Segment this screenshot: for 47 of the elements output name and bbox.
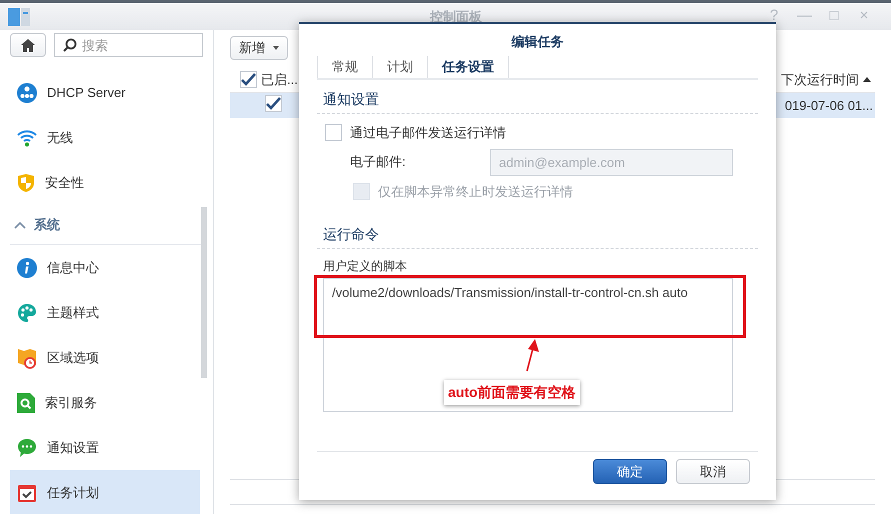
scrollbar[interactable] (201, 207, 207, 378)
sidebar-item[interactable]: 索引服务 (10, 380, 200, 425)
email-checkbox[interactable] (325, 124, 342, 142)
search-field[interactable]: 搜索 (54, 33, 203, 57)
wifi-icon (17, 128, 37, 146)
document-search-icon (17, 392, 35, 412)
sort-arrow-icon (863, 77, 871, 82)
annotation-callout: auto前面需要有空格 (444, 380, 580, 405)
sidebar-item[interactable]: 任务计划 (10, 470, 200, 514)
cancel-button[interactable]: 取消 (676, 459, 750, 484)
home-icon (21, 38, 35, 52)
chevron-icon (14, 220, 26, 228)
table-cell-text: 019-07-06 01... (784, 96, 874, 115)
checkbox-label: 仅在脚本异常终止时发送运行详情 (378, 182, 573, 200)
dialog-tab[interactable]: 计划 (372, 56, 427, 78)
sidebar-item[interactable]: 通知设置 (10, 425, 200, 470)
sidebar-item[interactable]: 信息中心 (10, 245, 200, 290)
shield-icon (17, 172, 35, 192)
sidebar-item[interactable]: 无线 (10, 115, 200, 160)
info-icon (17, 258, 37, 278)
add-dropdown-button[interactable]: 新增 (230, 36, 288, 60)
checkbox-label: 通过电子邮件发送运行详情 (350, 124, 506, 142)
palette-icon (17, 302, 37, 322)
sidebar-item[interactable]: 主题样式 (10, 290, 200, 335)
confirm-button[interactable]: 确定 (593, 459, 667, 484)
dialog-tab[interactable]: 任务设置 (427, 56, 509, 78)
sidebar-item[interactable]: 安全性 (10, 160, 200, 205)
enabled-checkbox[interactable] (265, 95, 282, 112)
calendar-check-icon (17, 482, 37, 502)
map-clock-icon (17, 346, 37, 368)
caret-icon (273, 46, 279, 50)
network-icon (17, 82, 37, 102)
chat-icon (17, 438, 37, 458)
search-icon (63, 38, 77, 52)
home-button[interactable] (10, 33, 46, 57)
section-heading: 通知设置 (317, 86, 758, 114)
sidebar-item[interactable]: 区域选项 (10, 335, 200, 380)
sidebar-item[interactable]: DHCP Server (10, 70, 200, 115)
column-header[interactable]: 下次运行时间 (781, 70, 859, 90)
field-label: 电子邮件: (350, 153, 407, 172)
dialog-title: 编辑任务 (510, 33, 564, 51)
app-icon (8, 8, 30, 26)
column-header[interactable]: 已启... (261, 70, 298, 90)
section-heading: 运行命令 (317, 221, 758, 249)
field-label: 用户定义的脚本 (322, 258, 408, 275)
select-all-checkbox[interactable] (240, 71, 257, 88)
dialog-tab[interactable]: 常规 (317, 56, 372, 78)
